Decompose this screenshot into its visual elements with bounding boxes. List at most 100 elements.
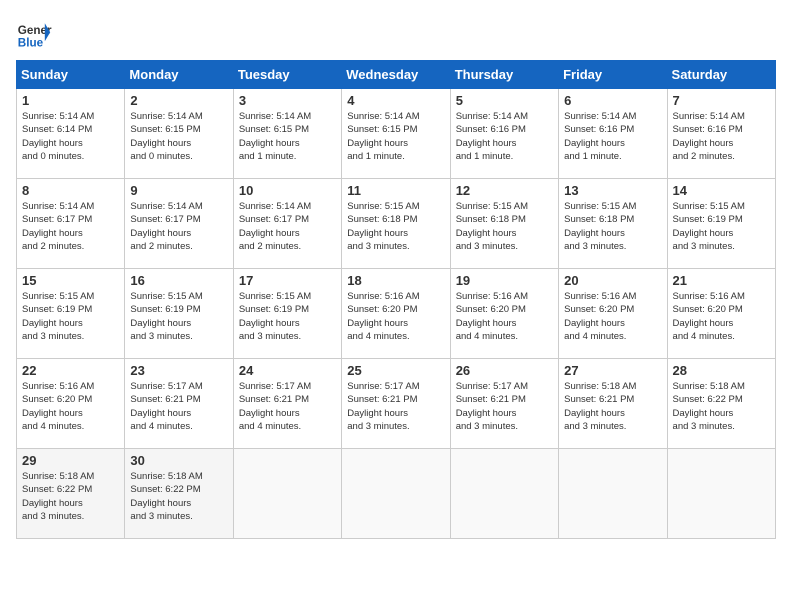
- cell-info: Sunrise: 5:15 AM Sunset: 6:18 PM Dayligh…: [564, 200, 661, 253]
- calendar-cell-18: 18 Sunrise: 5:16 AM Sunset: 6:20 PM Dayl…: [342, 269, 450, 359]
- svg-text:Blue: Blue: [18, 37, 44, 50]
- empty-cell: [450, 449, 558, 539]
- cell-info: Sunrise: 5:14 AM Sunset: 6:14 PM Dayligh…: [22, 110, 119, 163]
- cell-info: Sunrise: 5:14 AM Sunset: 6:17 PM Dayligh…: [130, 200, 227, 253]
- day-number: 28: [673, 363, 770, 378]
- calendar-cell-28: 28 Sunrise: 5:18 AM Sunset: 6:22 PM Dayl…: [667, 359, 775, 449]
- cell-info: Sunrise: 5:14 AM Sunset: 6:17 PM Dayligh…: [22, 200, 119, 253]
- calendar-cell-8: 8 Sunrise: 5:14 AM Sunset: 6:17 PM Dayli…: [17, 179, 125, 269]
- calendar-cell-5: 5 Sunrise: 5:14 AM Sunset: 6:16 PM Dayli…: [450, 89, 558, 179]
- calendar-cell-16: 16 Sunrise: 5:15 AM Sunset: 6:19 PM Dayl…: [125, 269, 233, 359]
- day-number: 23: [130, 363, 227, 378]
- header-thursday: Thursday: [450, 61, 558, 89]
- day-number: 8: [22, 183, 119, 198]
- cell-info: Sunrise: 5:14 AM Sunset: 6:15 PM Dayligh…: [347, 110, 444, 163]
- calendar-cell-10: 10 Sunrise: 5:14 AM Sunset: 6:17 PM Dayl…: [233, 179, 341, 269]
- calendar-cell-26: 26 Sunrise: 5:17 AM Sunset: 6:21 PM Dayl…: [450, 359, 558, 449]
- cell-info: Sunrise: 5:18 AM Sunset: 6:21 PM Dayligh…: [564, 380, 661, 433]
- calendar-cell-24: 24 Sunrise: 5:17 AM Sunset: 6:21 PM Dayl…: [233, 359, 341, 449]
- page-container: General Blue Sunday Monday Tuesday Wedne…: [16, 16, 776, 539]
- cell-info: Sunrise: 5:14 AM Sunset: 6:15 PM Dayligh…: [239, 110, 336, 163]
- calendar-cell-19: 19 Sunrise: 5:16 AM Sunset: 6:20 PM Dayl…: [450, 269, 558, 359]
- cell-info: Sunrise: 5:15 AM Sunset: 6:18 PM Dayligh…: [456, 200, 553, 253]
- cell-info: Sunrise: 5:16 AM Sunset: 6:20 PM Dayligh…: [673, 290, 770, 343]
- day-number: 1: [22, 93, 119, 108]
- cell-info: Sunrise: 5:14 AM Sunset: 6:15 PM Dayligh…: [130, 110, 227, 163]
- week-row-4: 22 Sunrise: 5:16 AM Sunset: 6:20 PM Dayl…: [17, 359, 776, 449]
- calendar-cell-9: 9 Sunrise: 5:14 AM Sunset: 6:17 PM Dayli…: [125, 179, 233, 269]
- calendar-cell-12: 12 Sunrise: 5:15 AM Sunset: 6:18 PM Dayl…: [450, 179, 558, 269]
- day-number: 30: [130, 453, 227, 468]
- day-number: 4: [347, 93, 444, 108]
- header-wednesday: Wednesday: [342, 61, 450, 89]
- day-number: 21: [673, 273, 770, 288]
- calendar-cell-17: 17 Sunrise: 5:15 AM Sunset: 6:19 PM Dayl…: [233, 269, 341, 359]
- header-friday: Friday: [559, 61, 667, 89]
- calendar-cell-14: 14 Sunrise: 5:15 AM Sunset: 6:19 PM Dayl…: [667, 179, 775, 269]
- calendar-cell-20: 20 Sunrise: 5:16 AM Sunset: 6:20 PM Dayl…: [559, 269, 667, 359]
- empty-cell: [233, 449, 341, 539]
- header-tuesday: Tuesday: [233, 61, 341, 89]
- day-number: 27: [564, 363, 661, 378]
- cell-info: Sunrise: 5:15 AM Sunset: 6:19 PM Dayligh…: [239, 290, 336, 343]
- calendar-cell-7: 7 Sunrise: 5:14 AM Sunset: 6:16 PM Dayli…: [667, 89, 775, 179]
- calendar-cell-13: 13 Sunrise: 5:15 AM Sunset: 6:18 PM Dayl…: [559, 179, 667, 269]
- week-row-5: 29 Sunrise: 5:18 AM Sunset: 6:22 PM Dayl…: [17, 449, 776, 539]
- cell-info: Sunrise: 5:16 AM Sunset: 6:20 PM Dayligh…: [22, 380, 119, 433]
- calendar-cell-15: 15 Sunrise: 5:15 AM Sunset: 6:19 PM Dayl…: [17, 269, 125, 359]
- cell-info: Sunrise: 5:15 AM Sunset: 6:19 PM Dayligh…: [130, 290, 227, 343]
- cell-info: Sunrise: 5:14 AM Sunset: 6:17 PM Dayligh…: [239, 200, 336, 253]
- calendar-cell-30: 30 Sunrise: 5:18 AM Sunset: 6:22 PM Dayl…: [125, 449, 233, 539]
- empty-cell: [342, 449, 450, 539]
- day-number: 17: [239, 273, 336, 288]
- calendar-cell-22: 22 Sunrise: 5:16 AM Sunset: 6:20 PM Dayl…: [17, 359, 125, 449]
- empty-cell: [559, 449, 667, 539]
- day-number: 15: [22, 273, 119, 288]
- week-row-3: 15 Sunrise: 5:15 AM Sunset: 6:19 PM Dayl…: [17, 269, 776, 359]
- day-number: 13: [564, 183, 661, 198]
- cell-info: Sunrise: 5:17 AM Sunset: 6:21 PM Dayligh…: [239, 380, 336, 433]
- cell-info: Sunrise: 5:16 AM Sunset: 6:20 PM Dayligh…: [456, 290, 553, 343]
- cell-info: Sunrise: 5:17 AM Sunset: 6:21 PM Dayligh…: [130, 380, 227, 433]
- header-saturday: Saturday: [667, 61, 775, 89]
- day-number: 19: [456, 273, 553, 288]
- day-number: 26: [456, 363, 553, 378]
- day-number: 22: [22, 363, 119, 378]
- day-number: 7: [673, 93, 770, 108]
- cell-info: Sunrise: 5:17 AM Sunset: 6:21 PM Dayligh…: [456, 380, 553, 433]
- day-number: 2: [130, 93, 227, 108]
- week-row-1: 1 Sunrise: 5:14 AM Sunset: 6:14 PM Dayli…: [17, 89, 776, 179]
- day-number: 24: [239, 363, 336, 378]
- cell-info: Sunrise: 5:14 AM Sunset: 6:16 PM Dayligh…: [456, 110, 553, 163]
- day-number: 16: [130, 273, 227, 288]
- cell-info: Sunrise: 5:17 AM Sunset: 6:21 PM Dayligh…: [347, 380, 444, 433]
- cell-info: Sunrise: 5:18 AM Sunset: 6:22 PM Dayligh…: [673, 380, 770, 433]
- calendar-cell-29: 29 Sunrise: 5:18 AM Sunset: 6:22 PM Dayl…: [17, 449, 125, 539]
- logo-icon: General Blue: [16, 16, 52, 52]
- cell-info: Sunrise: 5:15 AM Sunset: 6:19 PM Dayligh…: [22, 290, 119, 343]
- cell-info: Sunrise: 5:14 AM Sunset: 6:16 PM Dayligh…: [564, 110, 661, 163]
- header-sunday: Sunday: [17, 61, 125, 89]
- calendar-cell-11: 11 Sunrise: 5:15 AM Sunset: 6:18 PM Dayl…: [342, 179, 450, 269]
- day-number: 14: [673, 183, 770, 198]
- calendar-cell-23: 23 Sunrise: 5:17 AM Sunset: 6:21 PM Dayl…: [125, 359, 233, 449]
- week-row-2: 8 Sunrise: 5:14 AM Sunset: 6:17 PM Dayli…: [17, 179, 776, 269]
- header: General Blue: [16, 16, 776, 52]
- day-number: 29: [22, 453, 119, 468]
- calendar-cell-25: 25 Sunrise: 5:17 AM Sunset: 6:21 PM Dayl…: [342, 359, 450, 449]
- weekday-header-row: Sunday Monday Tuesday Wednesday Thursday…: [17, 61, 776, 89]
- cell-info: Sunrise: 5:15 AM Sunset: 6:18 PM Dayligh…: [347, 200, 444, 253]
- cell-info: Sunrise: 5:18 AM Sunset: 6:22 PM Dayligh…: [22, 470, 119, 523]
- day-number: 10: [239, 183, 336, 198]
- day-number: 6: [564, 93, 661, 108]
- calendar-cell-21: 21 Sunrise: 5:16 AM Sunset: 6:20 PM Dayl…: [667, 269, 775, 359]
- calendar-cell-2: 2 Sunrise: 5:14 AM Sunset: 6:15 PM Dayli…: [125, 89, 233, 179]
- calendar-cell-1: 1 Sunrise: 5:14 AM Sunset: 6:14 PM Dayli…: [17, 89, 125, 179]
- day-number: 20: [564, 273, 661, 288]
- calendar-table: Sunday Monday Tuesday Wednesday Thursday…: [16, 60, 776, 539]
- calendar-cell-4: 4 Sunrise: 5:14 AM Sunset: 6:15 PM Dayli…: [342, 89, 450, 179]
- day-number: 3: [239, 93, 336, 108]
- day-number: 18: [347, 273, 444, 288]
- day-number: 11: [347, 183, 444, 198]
- calendar-cell-27: 27 Sunrise: 5:18 AM Sunset: 6:21 PM Dayl…: [559, 359, 667, 449]
